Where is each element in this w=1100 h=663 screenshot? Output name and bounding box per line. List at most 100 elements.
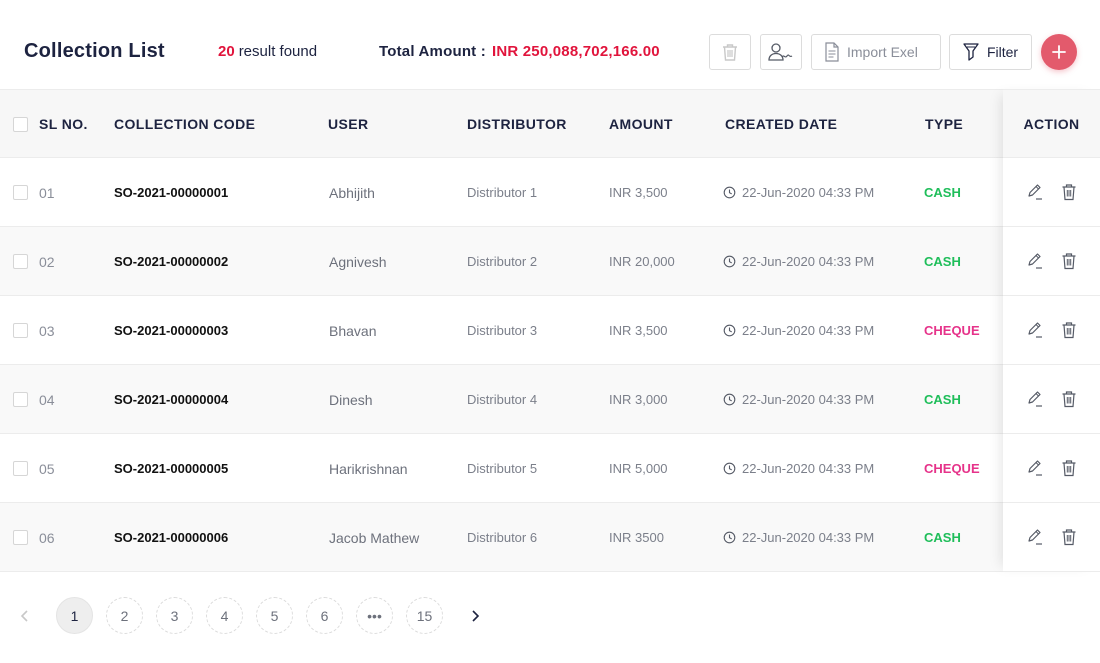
delete-row-button[interactable] xyxy=(1059,458,1079,478)
delete-row-button[interactable] xyxy=(1059,320,1079,340)
plus-icon xyxy=(1052,45,1066,59)
assign-user-button[interactable] xyxy=(760,34,802,70)
cell-collection-code: SO-2021-00000003 xyxy=(114,323,229,338)
table-row[interactable]: 04 SO-2021-00000004 Dinesh Distributor 4 INR… xyxy=(0,365,1100,434)
cell-amount: INR 3,500 xyxy=(609,323,668,338)
result-count-text: result found xyxy=(238,43,318,60)
cell-distributor: Distributor 1 xyxy=(467,185,538,200)
column-header-slno[interactable]: SL NO. xyxy=(39,116,88,132)
row-checkbox[interactable] xyxy=(13,254,28,269)
add-collection-button[interactable] xyxy=(1041,34,1077,70)
row-checkbox[interactable] xyxy=(13,530,28,545)
cell-distributor: Distributor 6 xyxy=(467,530,538,545)
trash-icon xyxy=(1062,529,1075,546)
prev-page-button[interactable] xyxy=(15,597,35,634)
column-header-created-date[interactable]: CREATED DATE xyxy=(725,116,837,132)
row-actions xyxy=(1003,158,1100,227)
table-row[interactable]: 01 SO-2021-00000001 Abhijith Distributor 1 I… xyxy=(0,158,1100,227)
filter-button[interactable]: Filter xyxy=(949,34,1032,70)
delete-row-button[interactable] xyxy=(1059,182,1079,202)
collection-table: SL NO. COLLECTION CODE USER DISTRIBUTOR … xyxy=(0,89,1100,572)
cell-type: CHEQUE xyxy=(924,323,980,338)
row-actions xyxy=(1003,227,1100,296)
chevron-right-icon xyxy=(472,609,480,622)
trash-icon xyxy=(1062,460,1075,477)
result-count: 20 result found xyxy=(218,43,317,60)
column-header-action: ACTION xyxy=(1003,89,1100,158)
import-excel-label: Import Exel xyxy=(847,44,918,60)
row-checkbox[interactable] xyxy=(13,392,28,407)
edit-row-button[interactable] xyxy=(1025,182,1045,202)
edit-pencil-icon xyxy=(1027,460,1042,476)
column-header-type[interactable]: TYPE xyxy=(925,116,963,132)
page-header: Collection List 20 result found Total Amo… xyxy=(0,0,1100,89)
page-number-button[interactable]: 2 xyxy=(106,597,143,634)
action-column: ACTION xyxy=(1003,89,1100,572)
cell-created-date: 22-Jun-2020 04:33 PM xyxy=(723,392,874,407)
edit-pencil-icon xyxy=(1027,253,1042,269)
table-row[interactable]: 05 SO-2021-00000005 Harikrishnan Distributo… xyxy=(0,434,1100,503)
created-date-text: 22-Jun-2020 04:33 PM xyxy=(742,461,875,476)
total-amount-value: INR 250,088,702,166.00 xyxy=(491,43,660,60)
filter-label: Filter xyxy=(986,44,1019,60)
total-amount-label: Total Amount : xyxy=(379,43,486,60)
cell-amount: INR 3,500 xyxy=(609,185,668,200)
row-checkbox[interactable] xyxy=(13,461,28,476)
created-date-text: 22-Jun-2020 04:33 PM xyxy=(742,323,875,338)
cell-user: Abhijith xyxy=(329,185,375,201)
user-signature-icon xyxy=(768,43,793,61)
cell-distributor: Distributor 3 xyxy=(467,323,538,338)
trash-icon xyxy=(723,44,737,61)
row-checkbox[interactable] xyxy=(13,185,28,200)
column-header-amount[interactable]: AMOUNT xyxy=(609,116,673,132)
created-date-text: 22-Jun-2020 04:33 PM xyxy=(742,392,875,407)
edit-row-button[interactable] xyxy=(1025,527,1045,547)
next-page-button[interactable] xyxy=(465,597,485,634)
document-icon xyxy=(825,42,839,62)
page-number-button[interactable]: 4 xyxy=(206,597,243,634)
cell-user: Dinesh xyxy=(329,392,373,408)
table-row[interactable]: 02 SO-2021-00000002 Agnivesh Distributor 2 I… xyxy=(0,227,1100,296)
delete-row-button[interactable] xyxy=(1059,251,1079,271)
cell-distributor: Distributor 2 xyxy=(467,254,538,269)
row-checkbox[interactable] xyxy=(13,323,28,338)
bulk-delete-button[interactable] xyxy=(709,34,751,70)
edit-row-button[interactable] xyxy=(1025,458,1045,478)
page-number-button[interactable]: 3 xyxy=(156,597,193,634)
cell-collection-code: SO-2021-00000006 xyxy=(114,530,229,545)
column-header-user[interactable]: USER xyxy=(328,116,369,132)
cell-created-date: 22-Jun-2020 04:33 PM xyxy=(723,254,874,269)
cell-slno: 04 xyxy=(39,392,55,408)
page-number-button[interactable]: 6 xyxy=(306,597,343,634)
clock-icon xyxy=(723,324,736,337)
cell-amount: INR 3,000 xyxy=(609,392,668,407)
cell-user: Jacob Mathew xyxy=(329,530,420,546)
select-all-checkbox[interactable] xyxy=(13,117,28,132)
row-actions xyxy=(1003,365,1100,434)
delete-row-button[interactable] xyxy=(1059,527,1079,547)
page-number-button[interactable]: 5 xyxy=(256,597,293,634)
edit-row-button[interactable] xyxy=(1025,251,1045,271)
row-actions xyxy=(1003,296,1100,365)
created-date-text: 22-Jun-2020 04:33 PM xyxy=(742,254,875,269)
cell-distributor: Distributor 4 xyxy=(467,392,538,407)
edit-row-button[interactable] xyxy=(1025,320,1045,340)
column-header-collection-code[interactable]: COLLECTION CODE xyxy=(114,116,255,132)
import-excel-button[interactable]: Import Exel xyxy=(811,34,941,70)
cell-created-date: 22-Jun-2020 04:33 PM xyxy=(723,185,874,200)
edit-pencil-icon xyxy=(1027,184,1042,200)
cell-type: CASH xyxy=(924,530,961,545)
page-number-button[interactable]: 15 xyxy=(406,597,443,634)
page-ellipsis[interactable]: ••• xyxy=(356,597,393,634)
table-row[interactable]: 06 SO-2021-00000006 Jacob Mathew Distributo… xyxy=(0,503,1100,572)
edit-row-button[interactable] xyxy=(1025,389,1045,409)
clock-icon xyxy=(723,255,736,268)
clock-icon xyxy=(723,393,736,406)
page-number-button[interactable]: 1 xyxy=(56,597,93,634)
delete-row-button[interactable] xyxy=(1059,389,1079,409)
table-row[interactable]: 03 SO-2021-00000003 Bhavan Distributor 3 INR… xyxy=(0,296,1100,365)
cell-slno: 01 xyxy=(39,185,55,201)
cell-amount: INR 5,000 xyxy=(609,461,668,476)
clock-icon xyxy=(723,186,736,199)
column-header-distributor[interactable]: DISTRIBUTOR xyxy=(467,116,567,132)
